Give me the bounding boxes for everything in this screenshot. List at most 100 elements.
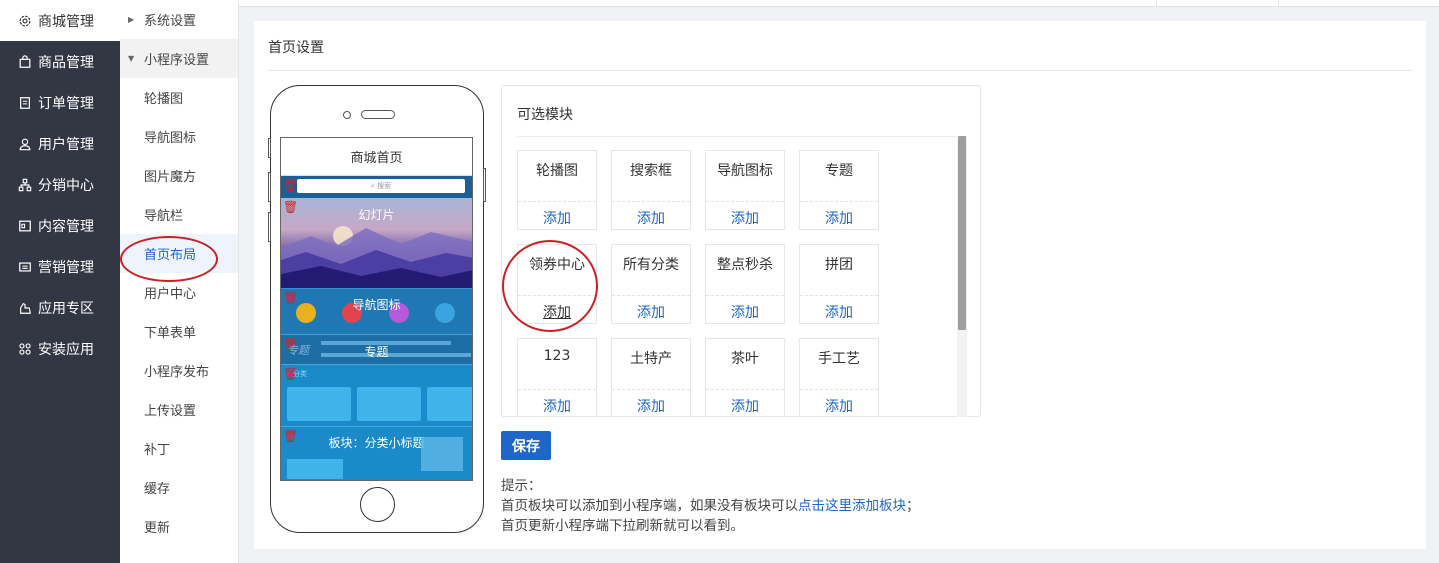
submenu-label: 小程序设置 <box>144 53 210 68</box>
sidebar-item-orders[interactable]: 订单管理 <box>0 82 120 123</box>
tips-section: 提示： 首页板块可以添加到小程序端，如果没有板块可以点击这里添加板块； 首页更新… <box>501 476 920 536</box>
screen-title: 商城首页 <box>281 138 472 176</box>
submenu-item-image-cube[interactable]: 图片魔方 <box>120 156 238 195</box>
add-module-button[interactable]: 添加 <box>518 396 596 416</box>
mountain-image <box>281 226 472 288</box>
category-block[interactable]: 🗑 分类 <box>281 364 472 426</box>
phone-side-button <box>268 172 271 202</box>
available-modules-panel: 可选模块 轮播图 添加 搜索框 添加 导航图标 添加 专题 添加 领券中心 添加… <box>501 85 981 417</box>
sidebar-item-distribution[interactable]: 分销中心 <box>0 164 120 205</box>
modules-scrollbar[interactable] <box>957 136 967 417</box>
tips-text: ； <box>906 498 920 514</box>
submenu-miniprogram-settings[interactable]: ▼ 小程序设置 <box>120 39 238 78</box>
add-module-button[interactable]: 添加 <box>800 396 878 416</box>
module-card-all-categories: 所有分类 添加 <box>611 244 691 324</box>
add-module-button[interactable]: 添加 <box>706 396 784 416</box>
search-bar-preview: ⌕ 搜索 <box>297 179 465 193</box>
submenu-item-publish[interactable]: 小程序发布 <box>120 351 238 390</box>
content-icon <box>18 219 32 233</box>
add-module-button[interactable]: 添加 <box>706 208 784 228</box>
category-card <box>427 387 472 421</box>
sidebar-item-label: 商城管理 <box>38 13 94 30</box>
module-name: 轮播图 <box>536 163 578 179</box>
module-name: 领券中心 <box>529 257 585 273</box>
category-stamp: 分类 <box>293 370 307 378</box>
module-card-carousel: 轮播图 添加 <box>517 150 597 230</box>
module-name: 整点秒杀 <box>717 257 773 273</box>
add-module-button[interactable]: 添加 <box>800 302 878 322</box>
modules-title: 可选模块 <box>517 107 573 123</box>
add-module-button[interactable]: 添加 <box>612 302 690 322</box>
submenu-item-cache[interactable]: 缓存 <box>120 468 238 507</box>
submenu-item-patch[interactable]: 补丁 <box>120 429 238 468</box>
sidebar-item-users[interactable]: 用户管理 <box>0 123 120 164</box>
submenu-system-settings[interactable]: ▶ 系统设置 <box>120 0 238 39</box>
sidebar-item-label: 用户管理 <box>38 136 94 153</box>
bag-icon <box>18 54 32 69</box>
submenu-item-upload-settings[interactable]: 上传设置 <box>120 390 238 429</box>
add-module-button[interactable]: 添加 <box>612 208 690 228</box>
top-bar-divider <box>1156 0 1157 7</box>
top-bar-divider <box>1278 0 1279 7</box>
submenu-item-navbar[interactable]: 导航栏 <box>120 195 238 234</box>
submenu-item-update[interactable]: 更新 <box>120 507 238 546</box>
submenu-item-user-center[interactable]: 用户中心 <box>120 273 238 312</box>
module-name: 茶叶 <box>731 351 759 367</box>
phone-camera <box>343 111 351 119</box>
add-block-link[interactable]: 点击这里添加板块 <box>798 498 906 514</box>
add-module-button[interactable]: 添加 <box>518 302 596 322</box>
trash-icon[interactable]: 🗑 <box>283 178 298 192</box>
scrollbar-thumb[interactable] <box>958 136 966 330</box>
phone-side-button <box>268 138 271 158</box>
gear-icon <box>18 14 32 28</box>
grid-icon <box>18 342 32 356</box>
sidebar-item-marketing[interactable]: 营销管理 <box>0 246 120 287</box>
sidebar-item-content[interactable]: 内容管理 <box>0 205 120 246</box>
add-module-button[interactable]: 添加 <box>518 208 596 228</box>
tips-text: 首页板块可以添加到小程序端，如果没有板块可以 <box>501 498 798 514</box>
module-card-local-specialty: 土特产 添加 <box>611 338 691 416</box>
module-divider <box>612 201 690 202</box>
module-divider <box>800 201 878 202</box>
image-placeholder-icon <box>421 437 463 471</box>
tips-line-2: 首页更新小程序端下拉刷新就可以看到。 <box>501 518 744 534</box>
module-divider <box>518 295 596 296</box>
submenu-item-order-form[interactable]: 下单表单 <box>120 312 238 351</box>
submenu-item-nav-icons[interactable]: 导航图标 <box>120 117 238 156</box>
page-title: 首页设置 <box>268 40 324 56</box>
sidebar-item-goods[interactable]: 商品管理 <box>0 41 120 82</box>
module-divider <box>518 201 596 202</box>
search-block[interactable]: 🗑 ⌕ 搜索 <box>281 176 472 198</box>
home-settings-card: 首页设置 商城首页 🗑 ⌕ 搜索 🗑 幻灯片 🗑 导航图标 🗑 专题 专题 🗑 … <box>254 21 1426 549</box>
save-button[interactable]: 保存 <box>501 431 551 460</box>
nav-icons-block[interactable]: 🗑 导航图标 <box>281 288 472 334</box>
add-module-button[interactable]: 添加 <box>706 302 784 322</box>
sidebar-item-label: 分销中心 <box>38 177 94 194</box>
sub-category-card <box>287 459 343 479</box>
module-divider <box>800 295 878 296</box>
module-name: 手工艺 <box>818 351 860 367</box>
module-divider <box>612 295 690 296</box>
slideshow-block[interactable]: 🗑 幻灯片 <box>281 198 472 288</box>
module-name: 导航图标 <box>717 163 773 179</box>
module-card-handicraft: 手工艺 添加 <box>799 338 879 416</box>
sidebar-item-label: 内容管理 <box>38 218 94 235</box>
phone-side-button <box>268 212 271 242</box>
module-card-search: 搜索框 添加 <box>611 150 691 230</box>
app-icon <box>18 301 32 315</box>
module-divider <box>518 389 596 390</box>
sidebar-item-label: 营销管理 <box>38 259 94 276</box>
topic-block[interactable]: 🗑 专题 专题 <box>281 334 472 364</box>
module-divider <box>800 389 878 390</box>
sidebar-item-mall[interactable]: 商城管理 <box>0 0 120 41</box>
sidebar-item-apps[interactable]: 应用专区 <box>0 287 120 328</box>
submenu-item-carousel[interactable]: 轮播图 <box>120 78 238 117</box>
add-module-button[interactable]: 添加 <box>612 396 690 416</box>
submenu-item-home-layout[interactable]: 首页布局 <box>120 234 238 273</box>
caret-right-icon: ▶ <box>128 15 135 24</box>
sub-category-block[interactable]: 🗑 板块：分类小标题 <box>281 426 472 480</box>
ticket-icon <box>18 260 32 274</box>
sidebar-item-install[interactable]: 安装应用 <box>0 328 120 369</box>
add-module-button[interactable]: 添加 <box>800 208 878 228</box>
module-divider <box>706 295 784 296</box>
